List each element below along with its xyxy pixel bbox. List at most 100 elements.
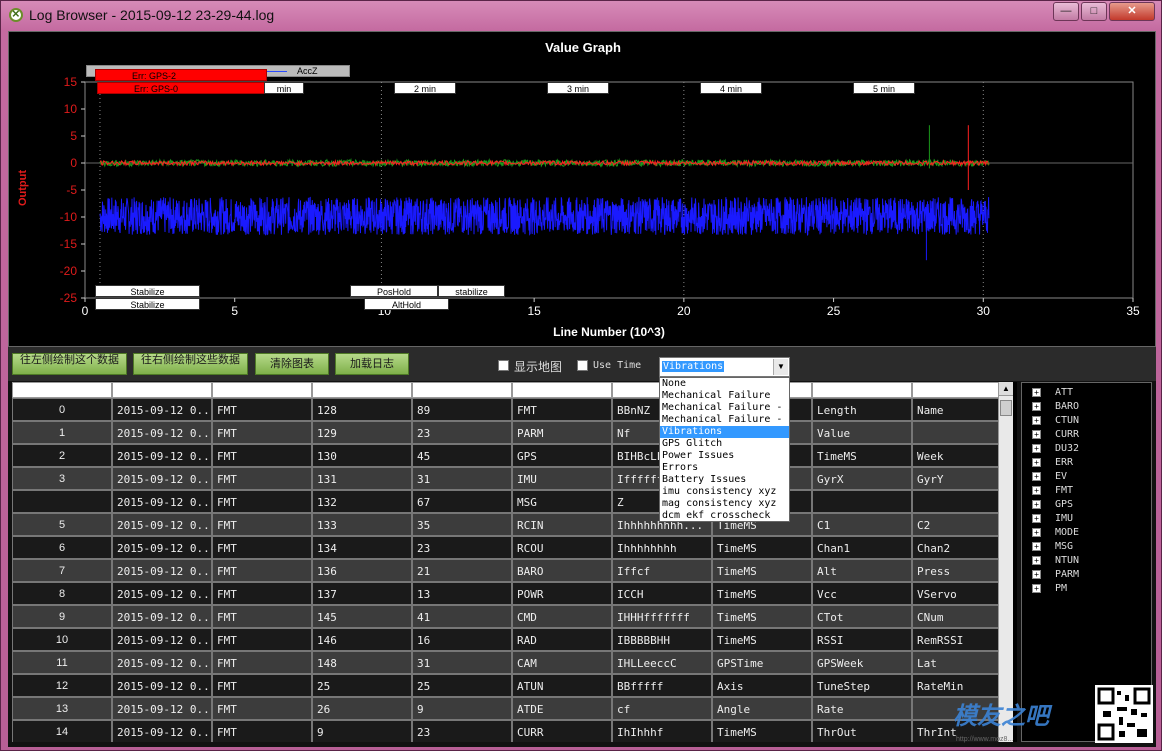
table-cell[interactable]: 35 bbox=[412, 513, 512, 536]
table-cell[interactable]: 14 bbox=[12, 720, 112, 742]
table-cell[interactable]: cf bbox=[612, 697, 712, 720]
table-cell[interactable]: PARM bbox=[512, 421, 612, 444]
table-cell[interactable]: 131 bbox=[312, 467, 412, 490]
table-cell[interactable]: 133 bbox=[312, 513, 412, 536]
expand-icon[interactable]: + bbox=[1032, 583, 1041, 593]
table-cell[interactable]: TimeMS bbox=[712, 628, 812, 651]
dropdown-option[interactable]: Mechanical Failure - x bbox=[660, 402, 789, 414]
table-cell[interactable]: CMD bbox=[512, 605, 612, 628]
table-cell[interactable]: FMT bbox=[212, 536, 312, 559]
table-cell[interactable]: 134 bbox=[312, 536, 412, 559]
table-cell[interactable]: 2015-09-12 0... bbox=[112, 720, 212, 742]
table-cell[interactable]: IBBBBBHH bbox=[612, 628, 712, 651]
table-cell[interactable]: FMT bbox=[212, 490, 312, 513]
table-cell[interactable]: 9 bbox=[312, 720, 412, 742]
dropdown-option[interactable]: imu consistency xyz bbox=[660, 486, 789, 498]
table-cell[interactable]: 2015-09-12 0... bbox=[112, 651, 212, 674]
expand-icon[interactable]: + bbox=[1032, 471, 1041, 481]
table-cell[interactable]: FMT bbox=[212, 697, 312, 720]
dropdown-option[interactable]: Vibrations bbox=[660, 426, 789, 438]
tree-item[interactable]: + ERR bbox=[1032, 457, 1073, 469]
table-cell[interactable]: IMU bbox=[512, 467, 612, 490]
table-cell[interactable]: Chan1 bbox=[812, 536, 912, 559]
table-cell[interactable]: FMT bbox=[212, 651, 312, 674]
table-cell[interactable]: ATUN bbox=[512, 674, 612, 697]
table-cell[interactable] bbox=[912, 490, 1002, 513]
table-cell[interactable]: Week bbox=[912, 444, 1002, 467]
table-cell[interactable]: TimeMS bbox=[712, 605, 812, 628]
table-cell[interactable]: Press bbox=[912, 559, 1002, 582]
tree-item[interactable]: + PARM bbox=[1032, 569, 1079, 581]
table-cell[interactable]: 2015-09-12 0... bbox=[112, 605, 212, 628]
dropdown-option[interactable]: Mechanical Failure bbox=[660, 390, 789, 402]
table-cell[interactable]: CNum bbox=[912, 605, 1002, 628]
expand-icon[interactable]: + bbox=[1032, 387, 1041, 397]
table-cell[interactable]: 145 bbox=[312, 605, 412, 628]
expand-icon[interactable]: + bbox=[1032, 429, 1041, 439]
table-cell[interactable]: CAM bbox=[512, 651, 612, 674]
table-cell[interactable]: Name bbox=[912, 398, 1002, 421]
table-cell[interactable]: Chan2 bbox=[912, 536, 1002, 559]
minimize-button[interactable]: — bbox=[1053, 2, 1079, 21]
table-cell[interactable]: TimeMS bbox=[812, 444, 912, 467]
table-cell[interactable]: GPSTime bbox=[712, 651, 812, 674]
table-cell[interactable]: CURR bbox=[512, 720, 612, 742]
expand-icon[interactable]: + bbox=[1032, 401, 1041, 411]
table-cell[interactable]: 31 bbox=[412, 651, 512, 674]
table-cell[interactable]: 2015-09-12 0... bbox=[112, 513, 212, 536]
table-cell[interactable]: GyrX bbox=[812, 467, 912, 490]
table-cell[interactable]: 2015-09-12 0... bbox=[112, 421, 212, 444]
table-cell[interactable] bbox=[12, 490, 112, 513]
table-cell[interactable]: FMT bbox=[212, 605, 312, 628]
table-cell[interactable]: 23 bbox=[412, 536, 512, 559]
table-cell[interactable]: Vcc bbox=[812, 582, 912, 605]
dropdown-option[interactable]: Battery Issues bbox=[660, 474, 789, 486]
table-cell[interactable]: C2 bbox=[912, 513, 1002, 536]
table-cell[interactable]: 9 bbox=[412, 697, 512, 720]
scroll-thumb[interactable] bbox=[1000, 400, 1012, 416]
table-cell[interactable]: 23 bbox=[412, 421, 512, 444]
maximize-button[interactable]: □ bbox=[1081, 2, 1107, 21]
table-cell[interactable]: 128 bbox=[312, 398, 412, 421]
table-cell[interactable]: 31 bbox=[412, 467, 512, 490]
plot-left-button[interactable]: 往左侧绘制这个数据 bbox=[12, 353, 127, 375]
table-cell[interactable]: 5 bbox=[12, 513, 112, 536]
tree-item[interactable]: + CTUN bbox=[1032, 415, 1079, 427]
table-cell[interactable]: 8 bbox=[12, 582, 112, 605]
table-cell[interactable]: ThrOut bbox=[812, 720, 912, 742]
plot-right-button[interactable]: 往右侧绘制这些数据 bbox=[133, 353, 248, 375]
table-cell[interactable]: 136 bbox=[312, 559, 412, 582]
table-cell[interactable]: MSG bbox=[512, 490, 612, 513]
table-cell[interactable]: Alt bbox=[812, 559, 912, 582]
column-header[interactable] bbox=[112, 382, 212, 398]
table-cell[interactable]: IHLLeeccC bbox=[612, 651, 712, 674]
table-cell[interactable]: 23 bbox=[412, 720, 512, 742]
value-graph[interactable]: Value Graph 15 10 5 0 -5 -10 -15 -20 -25 0 5 10 15 20… bbox=[8, 31, 1156, 347]
table-cell[interactable]: 41 bbox=[412, 605, 512, 628]
table-cell[interactable]: 25 bbox=[312, 674, 412, 697]
column-header[interactable] bbox=[512, 382, 612, 398]
table-cell[interactable]: 21 bbox=[412, 559, 512, 582]
table-cell[interactable]: 89 bbox=[412, 398, 512, 421]
tree-item[interactable]: + FMT bbox=[1032, 485, 1073, 497]
load-log-button[interactable]: 加载日志 bbox=[335, 353, 409, 375]
tree-item[interactable]: + CURR bbox=[1032, 429, 1079, 441]
table-cell[interactable]: 0 bbox=[12, 398, 112, 421]
chevron-down-icon[interactable]: ▼ bbox=[773, 359, 788, 375]
table-cell[interactable]: RCOU bbox=[512, 536, 612, 559]
table-cell[interactable]: FMT bbox=[212, 720, 312, 742]
expand-icon[interactable]: + bbox=[1032, 527, 1041, 537]
table-cell[interactable]: Value bbox=[812, 421, 912, 444]
tree-item[interactable]: + NTUN bbox=[1032, 555, 1079, 567]
table-vertical-scrollbar[interactable]: ▲ bbox=[998, 382, 1013, 742]
table-cell[interactable]: BBfffff bbox=[612, 674, 712, 697]
table-cell[interactable]: 2015-09-12 0... bbox=[112, 490, 212, 513]
tree-item[interactable]: + EV bbox=[1032, 471, 1067, 483]
tree-item[interactable]: + DU32 bbox=[1032, 443, 1079, 455]
table-cell[interactable]: FMT bbox=[212, 559, 312, 582]
dropdown-option[interactable]: None bbox=[660, 378, 789, 390]
table-cell[interactable]: 148 bbox=[312, 651, 412, 674]
table-cell[interactable]: 132 bbox=[312, 490, 412, 513]
table-cell[interactable]: 25 bbox=[412, 674, 512, 697]
table-cell[interactable]: 2015-09-12 0... bbox=[112, 559, 212, 582]
